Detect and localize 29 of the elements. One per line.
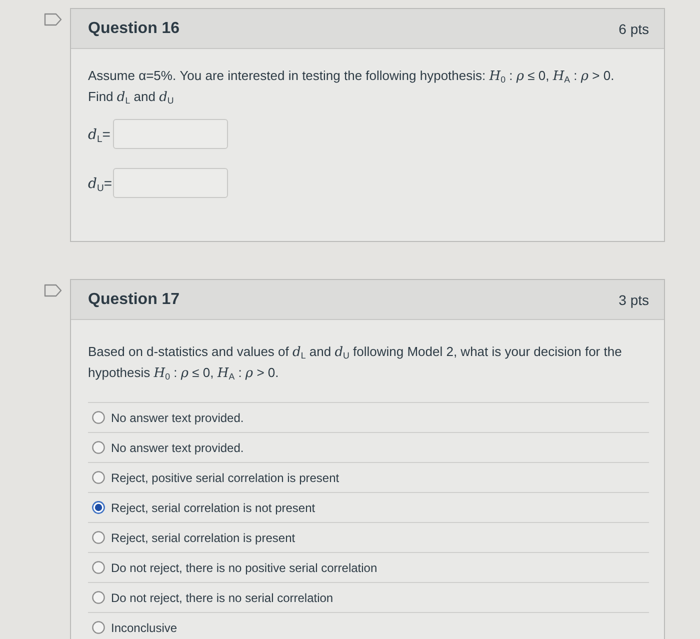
question-text: Based on d-statistics and values of d$_{L}$ and d$_{U}$ following Model 2, what is your decision for the hypothesis H$_{0}$ : ρ ≤ 0, H$_{A}$ : ρ > 0.	[88, 343, 623, 384]
question-text: Find d$_{L}$ and d$_{U}$	[88, 88, 175, 108]
radio-button[interactable]	[92, 501, 105, 514]
points-label: 6 pts	[618, 20, 649, 36]
answer-field[interactable]	[113, 119, 228, 149]
answer-field[interactable]	[113, 168, 228, 198]
blank-label: d$_{U}$=	[88, 174, 112, 192]
radio-button[interactable]	[92, 411, 105, 424]
answer-option[interactable]: No answer text provided.	[111, 440, 244, 454]
question-text: Assume α=5%. You are interested in testing the following hypothesis: H$_{0}$ : ρ ≤ 0, H$_{A}$ : ρ > 0.	[88, 67, 616, 87]
radio-button[interactable]	[92, 621, 105, 634]
answer-option[interactable]: Do not reject, there is no positive serial correlation	[111, 560, 378, 574]
radio-button[interactable]	[92, 441, 105, 454]
blank-label: d$_{L}$=	[88, 126, 112, 142]
radio-button[interactable]	[92, 531, 105, 544]
tag-icon[interactable]	[44, 284, 62, 297]
answer-option[interactable]: Reject, serial correlation is not present	[111, 500, 316, 514]
question-title: Question 17	[88, 290, 180, 308]
answer-option[interactable]: Inconclusive	[111, 620, 178, 634]
radio-button[interactable]	[92, 591, 105, 604]
radio-button[interactable]	[92, 471, 105, 484]
answer-option[interactable]: Do not reject, there is no serial correlation	[111, 590, 334, 604]
answer-option[interactable]: Reject, serial correlation is present	[111, 530, 296, 544]
answer-option[interactable]: No answer text provided.	[111, 410, 244, 424]
tag-icon[interactable]	[44, 13, 62, 26]
question-title: Question 16	[88, 20, 180, 38]
answer-option[interactable]: Reject, positive serial correlation is present	[111, 470, 340, 484]
radio-button[interactable]	[92, 561, 105, 574]
points-label: 3 pts	[618, 292, 649, 308]
